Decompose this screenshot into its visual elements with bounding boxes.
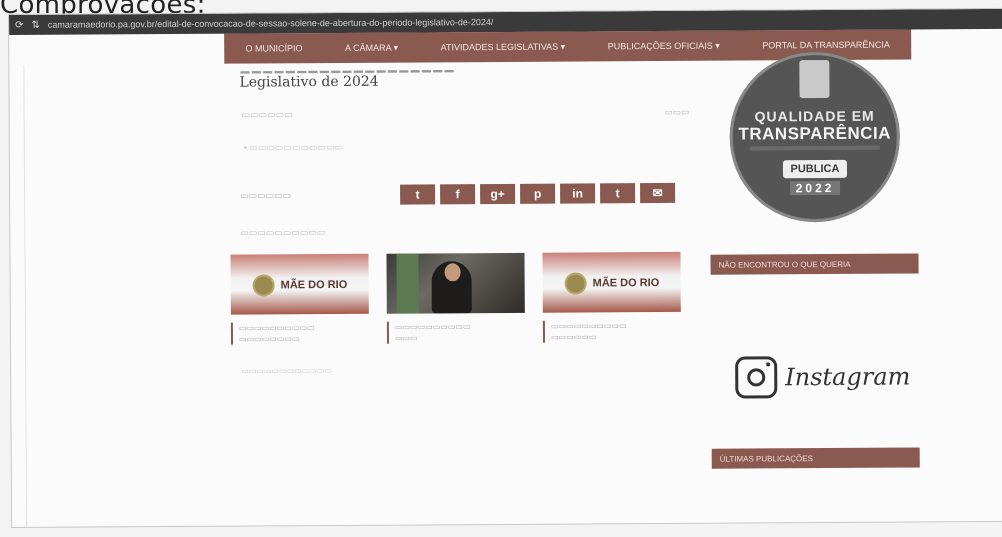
share-label: ▭▭▭▭▭▭ (240, 189, 292, 201)
article-meta: ▭▭▭▭▭▭ ▭▭▭ (230, 107, 700, 121)
meta-right: ▭▭▭ (664, 106, 690, 117)
article-title: ▬▬▬▬▬▬▬▬▬▬▬▬▬▬▬▬▬▬▬ Legislativo de 2024 (239, 61, 699, 92)
badge-line1: QUALIDADE EM (754, 107, 875, 125)
related-caption[interactable]: ▭▭▭▭▭▭▭▭▭▭ ▭▭▭▭▭▭ (542, 319, 682, 343)
badge-year: 2022 (789, 180, 841, 196)
related-thumb[interactable]: MÃE DO RIO (542, 251, 681, 313)
instagram-link[interactable]: Instagram (735, 355, 923, 399)
article-title-line1-cut: ▬▬▬▬▬▬▬▬▬▬▬▬▬▬▬▬▬▬▬ (239, 64, 455, 74)
facebook-share-button[interactable]: f (440, 184, 476, 205)
tumblr-share-button[interactable]: t (600, 183, 636, 204)
google-plus-share-button[interactable]: g+ (480, 183, 516, 205)
email-icon: ✉ (652, 186, 663, 201)
flag-shape (396, 253, 419, 314)
badge-publica: PUBLICA (782, 159, 848, 179)
related-caption[interactable]: ▭▭▭▭▭▭▭▭▭▭ ▭▭▭▭▭▭▭▭ (230, 321, 370, 345)
instagram-icon (735, 356, 778, 399)
browser-screenshot: ⟳ ⇅ camaramaedorio.pa.gov.br/edital-de-c… (8, 7, 1002, 528)
more-link[interactable]: ▭▭▭▭▭▭▭▭▭▭▭▭ (231, 364, 701, 376)
article-content: ▬▬▬▬▬▬▬▬▬▬▬▬▬▬▬▬▬▬▬ Legislativo de 2024 … (229, 61, 701, 376)
url-text[interactable]: camaramaedorio.pa.gov.br/edital-de-convo… (48, 17, 494, 30)
nav-item-transparencia[interactable]: PORTAL DA TRANSPARÊNCIA (762, 40, 890, 51)
related-thumb[interactable]: MÃE DO RIO (230, 253, 369, 315)
share-buttons: t f g+ p in t ✉ (400, 182, 676, 205)
linkedin-icon: in (572, 186, 583, 201)
crest-icon (252, 274, 275, 297)
badge-divider (749, 145, 880, 151)
nav-item-municipio[interactable]: O MUNICÍPIO (245, 43, 302, 53)
article-title-line2: Legislativo de 2024 (239, 73, 379, 91)
instagram-wordmark: Instagram (785, 362, 911, 392)
mae-do-rio-logo: MÃE DO RIO (564, 272, 660, 295)
related-card[interactable]: MÃE DO RIO ▭▭▭▭▭▭▭▭▭▭ ▭▭▭▭▭▭ (542, 251, 682, 343)
left-margin (9, 64, 28, 528)
related-card[interactable]: ▭▭▭▭▭▭▭▭▭▭ ▭▭▭ (386, 252, 526, 344)
related-cards: MÃE DO RIO ▭▭▭▭▭▭▭▭▭▭ ▭▭▭▭▭▭▭▭ ▭▭▭▭▭▭▭▭▭▭… (230, 251, 701, 345)
transparency-badge[interactable]: QUALIDADE EM TRANSPARÊNCIA PUBLICA 2022 (729, 51, 901, 223)
section-header-not-found: NÃO ENCONTROU O QUE QUERIA (710, 253, 919, 275)
twitter-share-button[interactable]: t (400, 184, 436, 205)
nav-item-camara[interactable]: A CÂMARA ▾ (345, 42, 398, 53)
google-plus-icon: g+ (490, 186, 505, 202)
tumblr-icon: t (615, 186, 620, 201)
person-face (444, 263, 461, 282)
related-label: ▭▭▭▭▭▭▭▭▭▭ (240, 227, 326, 238)
section-header-latest: ÚLTIMAS PUBLICAÇÕES (711, 447, 920, 469)
sidebar: QUALIDADE EM TRANSPARÊNCIA PUBLICA 2022 … (709, 51, 923, 469)
badge-top-emblem (799, 59, 830, 99)
attachment-item[interactable]: • ▭▭▭▭▭▭▭▭▭▭▭ (230, 140, 700, 154)
pinterest-share-button[interactable]: p (520, 183, 556, 204)
twitter-icon: t (415, 187, 420, 202)
meta-left: ▭▭▭▭▭▭ (241, 109, 293, 120)
related-caption[interactable]: ▭▭▭▭▭▭▭▭▭▭ ▭▭▭ (386, 320, 526, 344)
related-card[interactable]: MÃE DO RIO ▭▭▭▭▭▭▭▭▭▭ ▭▭▭▭▭▭▭▭ (230, 253, 370, 345)
nav-item-atividades[interactable]: ATIVIDADES LEGISLATIVAS ▾ (441, 41, 566, 53)
reload-icon[interactable]: ⟳ (15, 19, 23, 30)
related-thumb[interactable] (386, 252, 525, 314)
nav-item-publicacoes[interactable]: PUBLICAÇÕES OFICIAIS ▾ (608, 40, 720, 52)
site-info-icon[interactable]: ⇅ (31, 19, 39, 30)
mae-do-rio-logo: MÃE DO RIO (252, 274, 348, 297)
email-share-button[interactable]: ✉ (640, 182, 676, 204)
facebook-icon: f (455, 187, 460, 202)
share-row: ▭▭▭▭▭▭ t f g+ p in t ✉ (230, 182, 700, 206)
linkedin-share-button[interactable]: in (560, 183, 596, 204)
pinterest-icon: p (533, 186, 542, 201)
badge-line2: TRANSPARÊNCIA (738, 123, 892, 144)
crest-icon (564, 272, 587, 295)
